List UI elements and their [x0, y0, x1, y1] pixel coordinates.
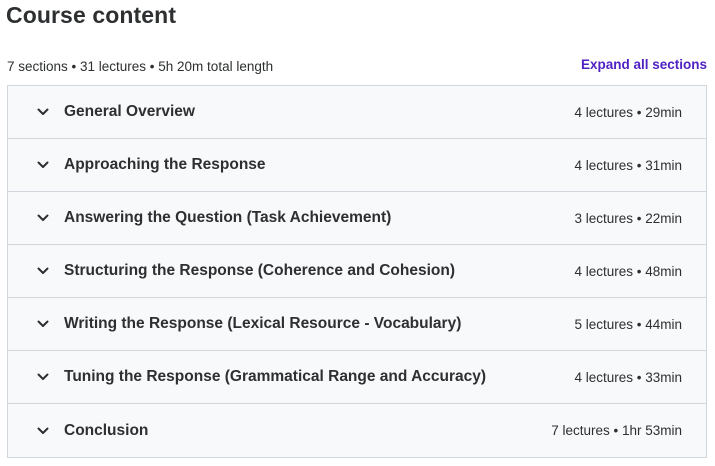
section-row[interactable]: Writing the Response (Lexical Resource -…	[8, 298, 706, 351]
section-row[interactable]: Tuning the Response (Grammatical Range a…	[8, 351, 706, 404]
page-title: Course content	[6, 2, 177, 28]
section-title: Approaching the Response	[64, 156, 266, 173]
section-title: Writing the Response (Lexical Resource -…	[64, 315, 462, 332]
section-title: Answering the Question (Task Achievement…	[64, 209, 392, 226]
chevron-down-icon	[36, 158, 50, 172]
chevron-down-icon	[36, 424, 50, 438]
section-row[interactable]: Structuring the Response (Coherence and …	[8, 245, 706, 298]
section-row[interactable]: Answering the Question (Task Achievement…	[8, 192, 706, 245]
section-meta: 4 lectures • 48min	[574, 263, 682, 279]
section-row[interactable]: Approaching the Response 4 lectures • 31…	[8, 139, 706, 192]
chevron-down-icon	[36, 370, 50, 384]
section-meta: 4 lectures • 33min	[574, 369, 682, 385]
section-meta: 3 lectures • 22min	[574, 210, 682, 226]
section-title: General Overview	[64, 103, 195, 120]
chevron-down-icon	[36, 211, 50, 225]
section-row[interactable]: General Overview 4 lectures • 29min	[8, 86, 706, 139]
chevron-down-icon	[36, 317, 50, 331]
section-meta: 4 lectures • 31min	[574, 157, 682, 173]
section-meta: 7 lectures • 1hr 53min	[551, 423, 682, 438]
section-title: Structuring the Response (Coherence and …	[64, 262, 455, 279]
chevron-down-icon	[36, 105, 50, 119]
sections-list: General Overview 4 lectures • 29min Appr…	[7, 85, 707, 458]
section-meta: 4 lectures • 29min	[574, 104, 682, 120]
chevron-down-icon	[36, 264, 50, 278]
summary-row: 7 sections • 31 lectures • 5h 20m total …	[7, 56, 707, 76]
section-row[interactable]: Conclusion 7 lectures • 1hr 53min	[8, 404, 706, 457]
section-title: Conclusion	[64, 421, 149, 439]
course-content-panel: Course content 7 sections • 31 lectures …	[0, 0, 715, 466]
section-title: Tuning the Response (Grammatical Range a…	[64, 368, 487, 385]
course-summary: 7 sections • 31 lectures • 5h 20m total …	[7, 58, 274, 74]
section-meta: 5 lectures • 44min	[574, 316, 682, 332]
expand-all-sections-button[interactable]: Expand all sections	[581, 57, 707, 72]
